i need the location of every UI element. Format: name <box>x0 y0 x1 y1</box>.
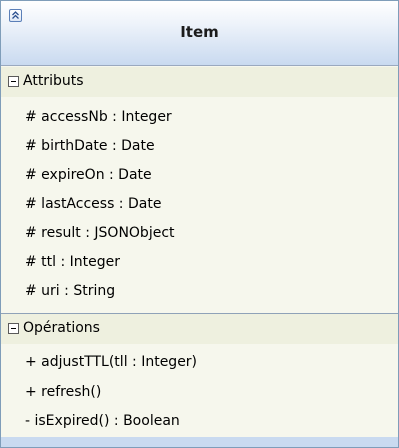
attribute-row[interactable]: # birthDate : Date <box>25 138 155 160</box>
attribute-row[interactable]: # uri : String <box>25 283 115 305</box>
collapse-minus-icon[interactable] <box>8 76 19 87</box>
attributes-compartment-header[interactable]: Attributs <box>1 67 398 97</box>
attribute-row[interactable]: # expireOn : Date <box>25 167 152 189</box>
operation-row[interactable]: + adjustTTL(tll : Integer) <box>25 354 197 376</box>
attribute-row[interactable]: # result : JSONObject <box>25 225 175 247</box>
attribute-row[interactable]: # ttl : Integer <box>25 254 120 276</box>
operation-row[interactable]: + refresh() <box>25 384 101 406</box>
class-header: Item <box>1 1 398 66</box>
operations-compartment-header[interactable]: Opérations <box>1 314 398 344</box>
operation-row[interactable]: - isExpired() : Boolean <box>25 413 180 435</box>
uml-class-box: Item Attributs # accessNb : Integer # bi… <box>0 0 399 448</box>
attributes-label: Attributs <box>23 73 84 89</box>
collapse-icon[interactable] <box>9 9 22 22</box>
operations-label: Opérations <box>23 320 100 336</box>
class-name: Item <box>180 23 219 41</box>
collapse-minus-icon[interactable] <box>8 323 19 334</box>
attribute-row[interactable]: # lastAccess : Date <box>25 196 161 218</box>
class-footer <box>1 437 398 447</box>
attribute-row[interactable]: # accessNb : Integer <box>25 109 172 131</box>
